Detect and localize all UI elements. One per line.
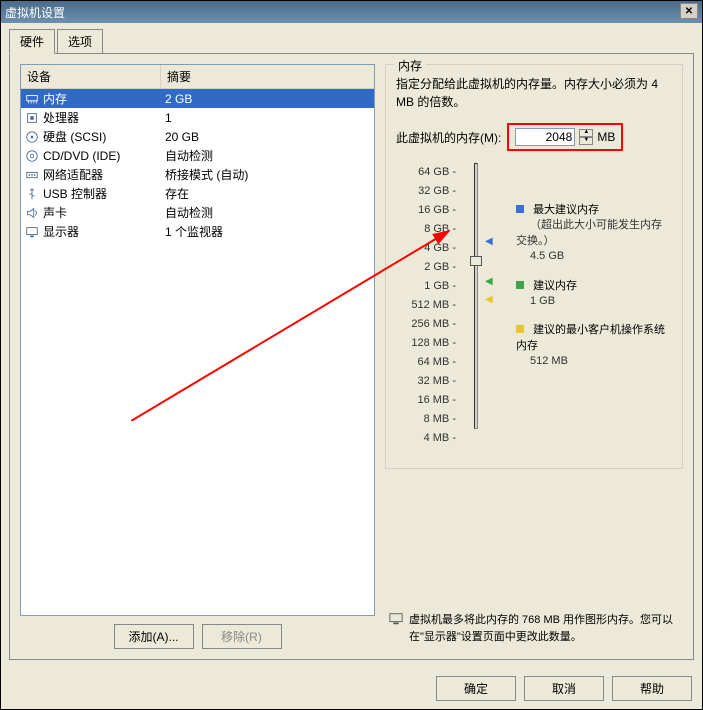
close-icon[interactable]: ✕	[680, 3, 698, 19]
table-row[interactable]: 内存 2 GB	[21, 89, 374, 108]
device-name: 硬盘 (SCSI)	[43, 128, 106, 145]
min-marker-icon: ◀	[485, 294, 493, 305]
memory-slider-area: 64 GB -32 GB -16 GB -8 GB -4 GB -2 GB -1…	[396, 163, 672, 448]
highlight-box: ▲ ▼ MB	[507, 123, 623, 151]
add-button[interactable]: 添加(A)...	[114, 624, 194, 649]
cpu-icon	[25, 111, 39, 125]
device-name: 网络适配器	[43, 166, 103, 183]
tick-label: 128 MB -	[396, 334, 456, 353]
device-name: 内存	[43, 90, 67, 107]
table-row[interactable]: 硬盘 (SCSI) 20 GB	[21, 127, 374, 146]
display-icon	[389, 612, 403, 645]
tick-label: 8 MB -	[396, 410, 456, 429]
track-line: ◀ ◀ ◀	[474, 163, 478, 429]
col-device: 设备	[21, 65, 161, 88]
device-summary: 桥接模式 (自动)	[165, 166, 370, 183]
legend-min: 建议的最小客户机操作系统内存 512 MB	[516, 323, 672, 369]
spin-up-icon[interactable]: ▲	[579, 129, 593, 137]
device-name: 处理器	[43, 109, 79, 126]
device-summary: 存在	[165, 185, 370, 202]
memory-group: 内存 指定分配给此虚拟机的内存量。内存大小必须为 4 MB 的倍数。 此虚拟机的…	[385, 64, 683, 469]
tick-label: 4 MB -	[396, 429, 456, 448]
display-icon	[25, 225, 39, 239]
legend-max: 最大建议内存 （超出此大小可能发生内存交换。） 4.5 GB	[516, 203, 672, 265]
usb-icon	[25, 187, 39, 201]
footnote: 虚拟机最多将此内存的 768 MB 用作图形内存。您可以在"显示器"设置页面中更…	[385, 608, 683, 649]
tick-label: 1 GB -	[396, 277, 456, 296]
table-row[interactable]: 处理器 1	[21, 108, 374, 127]
legend-rec-color	[516, 281, 524, 289]
tab-hardware[interactable]: 硬件	[9, 29, 55, 54]
cd-icon	[25, 149, 39, 163]
device-summary: 20 GB	[165, 130, 370, 144]
memory-unit: MB	[597, 130, 615, 144]
device-name: 声卡	[43, 204, 67, 221]
left-panel: 设备 摘要 内存 2 GB 处理器 1 硬盘 (SCSI) 20 GB CD/DVD (ID…	[20, 64, 375, 649]
slider-legend: 最大建议内存 （超出此大小可能发生内存交换。） 4.5 GB 建议内存 1 GB…	[496, 163, 672, 448]
content: 设备 摘要 内存 2 GB 处理器 1 硬盘 (SCSI) 20 GB CD/DVD (ID…	[9, 53, 694, 660]
tick-label: 4 GB -	[396, 239, 456, 258]
help-button[interactable]: 帮助	[612, 676, 692, 701]
rec-marker-icon: ◀	[485, 276, 493, 287]
slider-ticks: 64 GB -32 GB -16 GB -8 GB -4 GB -2 GB -1…	[396, 163, 456, 448]
memory-spinner[interactable]: ▲ ▼	[579, 129, 593, 145]
footer: 确定 取消 帮助	[1, 668, 702, 709]
tab-strip: 硬件 选项	[1, 23, 702, 53]
slider-thumb[interactable]	[470, 256, 482, 266]
disk-icon	[25, 130, 39, 144]
memory-icon	[25, 92, 39, 106]
ok-button[interactable]: 确定	[436, 676, 516, 701]
tab-options[interactable]: 选项	[57, 29, 103, 53]
device-table: 设备 摘要 内存 2 GB 处理器 1 硬盘 (SCSI) 20 GB CD/DVD (ID…	[20, 64, 375, 616]
tick-label: 64 MB -	[396, 353, 456, 372]
left-buttons: 添加(A)... 移除(R)	[20, 624, 375, 649]
device-summary: 自动检测	[165, 147, 370, 164]
window-title: 虚拟机设置	[5, 4, 65, 21]
tick-label: 2 GB -	[396, 258, 456, 277]
vm-settings-window: 虚拟机设置 ✕ 硬件 选项 设备 摘要 内存 2 GB 处理器 1 硬盘 (SCSI) 2…	[0, 0, 703, 710]
sound-icon	[25, 206, 39, 220]
memory-description: 指定分配给此虚拟机的内存量。内存大小必须为 4 MB 的倍数。	[396, 75, 672, 111]
group-title: 内存	[394, 57, 426, 74]
device-name: 显示器	[43, 223, 79, 240]
right-panel: 内存 指定分配给此虚拟机的内存量。内存大小必须为 4 MB 的倍数。 此虚拟机的…	[385, 64, 683, 649]
table-row[interactable]: 网络适配器 桥接模式 (自动)	[21, 165, 374, 184]
tick-label: 8 GB -	[396, 220, 456, 239]
tick-label: 64 GB -	[396, 163, 456, 182]
spin-down-icon[interactable]: ▼	[579, 137, 593, 145]
table-row[interactable]: 显示器 1 个监视器	[21, 222, 374, 241]
tick-label: 16 GB -	[396, 201, 456, 220]
device-summary: 自动检测	[165, 204, 370, 221]
max-marker-icon: ◀	[485, 236, 493, 247]
memory-label: 此虚拟机的内存(M):	[396, 129, 501, 146]
memory-input-row: 此虚拟机的内存(M): ▲ ▼ MB	[396, 123, 672, 151]
table-header: 设备 摘要	[21, 65, 374, 89]
slider-track[interactable]: ◀ ◀ ◀	[466, 163, 486, 448]
tick-label: 32 MB -	[396, 372, 456, 391]
col-summary: 摘要	[161, 65, 374, 88]
table-row[interactable]: 声卡 自动检测	[21, 203, 374, 222]
tick-label: 16 MB -	[396, 391, 456, 410]
device-summary: 1 个监视器	[165, 223, 370, 240]
tick-label: 256 MB -	[396, 315, 456, 334]
tick-label: 512 MB -	[396, 296, 456, 315]
device-summary: 2 GB	[165, 92, 370, 106]
legend-max-color	[516, 205, 524, 213]
device-name: CD/DVD (IDE)	[43, 149, 120, 163]
table-row[interactable]: USB 控制器 存在	[21, 184, 374, 203]
legend-rec: 建议内存 1 GB	[516, 279, 672, 310]
memory-input[interactable]	[515, 128, 575, 146]
net-icon	[25, 168, 39, 182]
titlebar: 虚拟机设置 ✕	[1, 1, 702, 23]
device-summary: 1	[165, 111, 370, 125]
tick-label: 32 GB -	[396, 182, 456, 201]
legend-min-color	[516, 325, 524, 333]
device-name: USB 控制器	[43, 185, 107, 202]
table-row[interactable]: CD/DVD (IDE) 自动检测	[21, 146, 374, 165]
remove-button[interactable]: 移除(R)	[202, 624, 282, 649]
cancel-button[interactable]: 取消	[524, 676, 604, 701]
